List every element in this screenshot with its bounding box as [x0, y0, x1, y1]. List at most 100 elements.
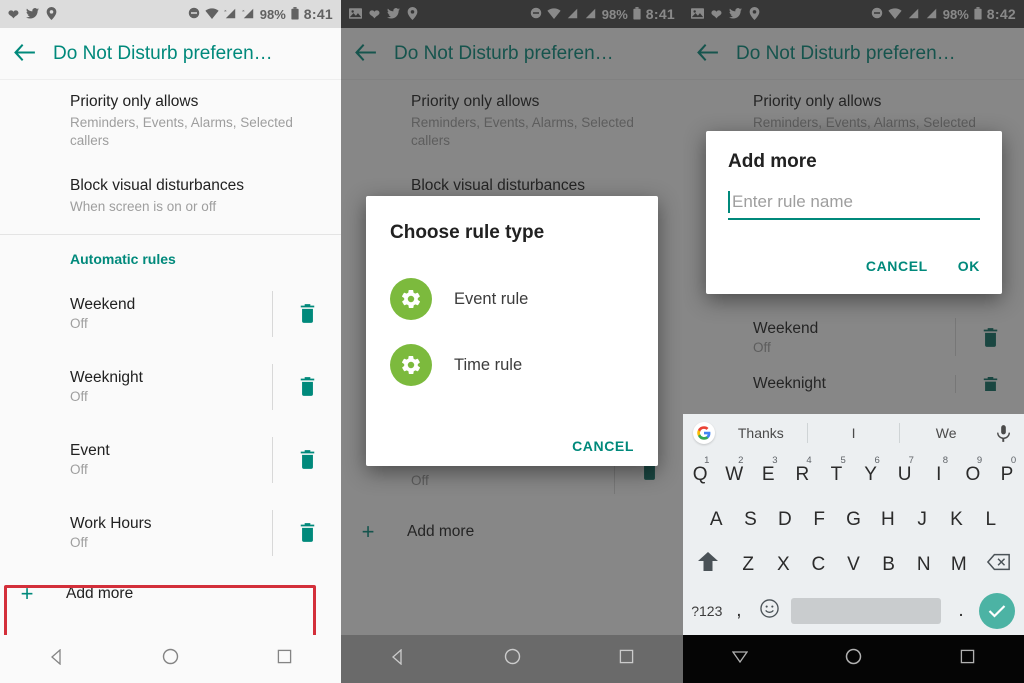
key-d[interactable]: D — [768, 509, 802, 531]
nav-home-icon[interactable] — [504, 648, 521, 670]
ok-button[interactable]: OK — [958, 258, 980, 274]
key-label: W — [725, 463, 744, 485]
key-label: U — [897, 463, 912, 485]
key-s[interactable]: S — [733, 509, 767, 531]
rule-row-weeknight[interactable]: Weeknight Off — [0, 350, 341, 423]
google-logo-icon[interactable] — [693, 422, 715, 444]
key-superscript: 0 — [1010, 454, 1017, 466]
key-superscript: 1 — [704, 454, 710, 466]
gear-icon — [390, 278, 432, 320]
nav-recents-icon[interactable] — [277, 649, 292, 669]
signal-icon-2: × — [242, 7, 255, 21]
status-bar-system-icons: × × 98% 8:41 — [188, 6, 333, 22]
key-b[interactable]: B — [871, 554, 906, 576]
rule-row-event[interactable]: Event Off — [0, 423, 341, 496]
key-z[interactable]: Z — [731, 554, 766, 576]
signal-icon-1: × — [224, 7, 237, 21]
status-bar-1: ❤ × × 98% 8:41 — [0, 0, 341, 28]
app-bar-1: Do Not Disturb preferen… — [0, 28, 341, 80]
delete-rule-button[interactable] — [273, 304, 341, 323]
add-more-button[interactable]: + Add more — [0, 569, 341, 619]
rule-row-work-hours[interactable]: Work Hours Off — [0, 496, 341, 569]
dialog-option-time-rule[interactable]: Time rule — [390, 344, 634, 386]
delete-rule-button[interactable] — [273, 523, 341, 542]
wifi-icon — [205, 7, 219, 21]
suggestion-1[interactable]: Thanks — [715, 425, 807, 441]
screenshot-root: ❤ × × 98% 8:41 Do Not Disturb preferen… … — [0, 0, 1024, 683]
key-superscript: 2 — [738, 454, 744, 466]
cancel-button[interactable]: CANCEL — [866, 258, 928, 274]
cancel-button[interactable]: CANCEL — [572, 438, 634, 454]
key-q[interactable]: 1Q — [683, 455, 717, 486]
nav-home-icon[interactable] — [845, 648, 862, 670]
key-label: R — [795, 463, 810, 485]
key-a[interactable]: A — [699, 509, 733, 531]
key-i[interactable]: 8I — [922, 455, 956, 486]
delete-rule-button[interactable] — [273, 450, 341, 469]
key-t[interactable]: 5T — [819, 455, 853, 486]
rule-row-weekend[interactable]: Weekend Off — [0, 277, 341, 350]
key-superscript: 9 — [976, 454, 983, 466]
key-j[interactable]: J — [905, 509, 939, 531]
delete-rule-button[interactable] — [273, 377, 341, 396]
nav-back-icon[interactable] — [49, 648, 65, 670]
key-n[interactable]: N — [906, 554, 941, 576]
key-l[interactable]: L — [974, 509, 1008, 531]
dialog-actions: CANCEL — [390, 438, 634, 454]
nav-recents-icon[interactable] — [619, 649, 634, 669]
key-r[interactable]: 4R — [785, 455, 819, 486]
nav-home-icon[interactable] — [162, 648, 179, 670]
twitter-icon — [25, 7, 39, 21]
nav-recents-icon[interactable] — [960, 649, 975, 669]
key-label: I — [936, 463, 942, 485]
key-h[interactable]: H — [871, 509, 905, 531]
back-arrow-icon[interactable] — [14, 43, 35, 65]
shift-icon[interactable] — [685, 552, 731, 577]
key-y[interactable]: 6Y — [854, 455, 888, 486]
key-v[interactable]: V — [836, 554, 871, 576]
battery-icon — [291, 6, 299, 22]
key-u[interactable]: 7U — [888, 455, 922, 486]
rule-name-field[interactable]: Enter rule name — [728, 191, 980, 220]
key-e[interactable]: 3E — [751, 455, 785, 486]
key-label: Y — [864, 463, 877, 485]
key-k[interactable]: K — [939, 509, 973, 531]
suggestion-2[interactable]: I — [808, 425, 900, 441]
key-o[interactable]: 9O — [956, 455, 990, 486]
rule-state: Off — [70, 389, 88, 404]
emoji-icon[interactable] — [753, 598, 785, 624]
comma-key[interactable]: , — [725, 600, 754, 622]
nav-hide-keyboard-icon[interactable] — [731, 650, 749, 669]
nav-back-icon[interactable] — [390, 648, 406, 670]
key-p[interactable]: 0P — [990, 455, 1024, 486]
suggestion-3[interactable]: We — [900, 425, 992, 441]
keyboard-row-4: ?123 , . — [683, 587, 1024, 635]
suggestion-bar: Thanks I We — [683, 414, 1024, 452]
setting-block-visual-disturbances[interactable]: Block visual disturbances When screen is… — [0, 162, 341, 228]
enter-key[interactable] — [975, 593, 1018, 629]
heart-icon: ❤ — [8, 6, 19, 22]
key-superscript: 5 — [840, 454, 846, 466]
add-more-label: Add more — [66, 585, 134, 602]
backspace-icon[interactable] — [976, 553, 1022, 577]
key-g[interactable]: G — [836, 509, 870, 531]
symbols-key[interactable]: ?123 — [689, 603, 725, 619]
rule-name: Weeknight — [70, 369, 143, 386]
mic-icon[interactable] — [992, 422, 1014, 444]
period-key[interactable]: . — [947, 600, 976, 622]
keyboard-row-1: 1Q 2W 3E 4R 5T 6Y 7U 8I 9O 0P — [683, 452, 1024, 497]
space-key[interactable] — [791, 598, 941, 624]
key-x[interactable]: X — [766, 554, 801, 576]
nav-bar-3 — [683, 635, 1024, 683]
key-superscript: 4 — [806, 454, 812, 466]
key-f[interactable]: F — [802, 509, 836, 531]
setting-title: Block visual disturbances — [70, 177, 245, 194]
dialog-actions: CANCEL OK — [728, 258, 980, 274]
key-w[interactable]: 2W — [717, 455, 751, 486]
section-header-automatic-rules: Automatic rules — [70, 251, 176, 267]
nav-bar-2 — [341, 635, 683, 683]
dialog-option-event-rule[interactable]: Event rule — [390, 278, 634, 320]
key-m[interactable]: M — [941, 554, 976, 576]
key-c[interactable]: C — [801, 554, 836, 576]
setting-priority-only-allows[interactable]: Priority only allows Reminders, Events, … — [0, 80, 341, 162]
